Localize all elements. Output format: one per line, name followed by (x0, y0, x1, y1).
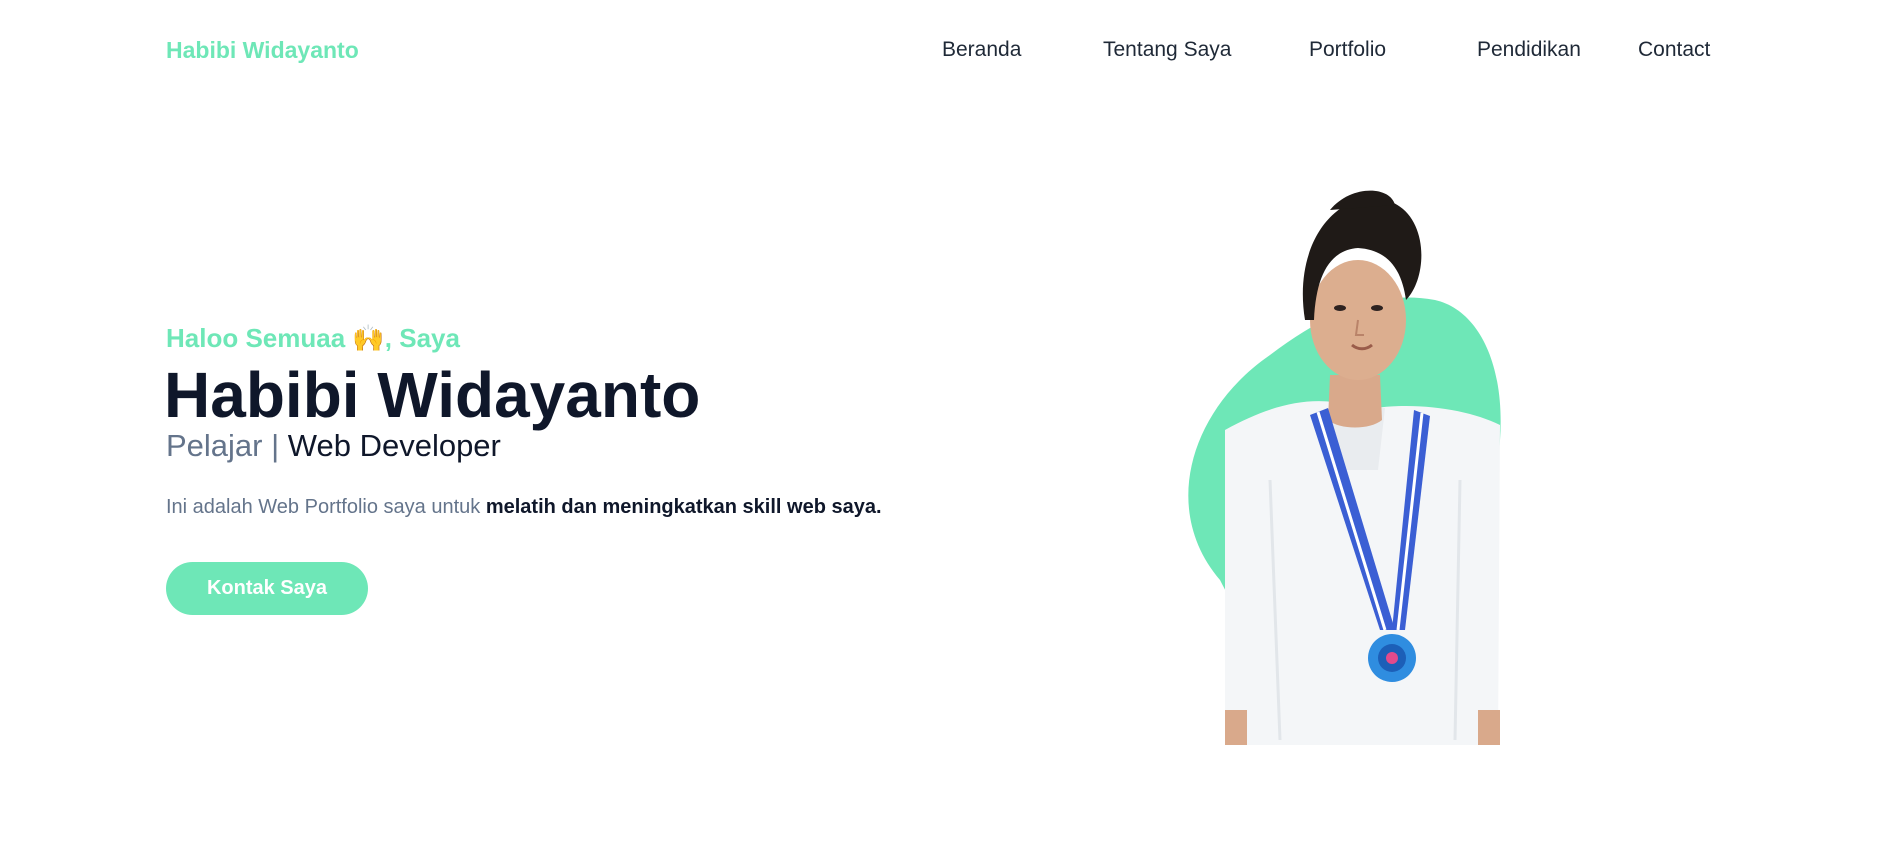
hero-description: Ini adalah Web Portfolio saya untuk mela… (166, 496, 882, 519)
raised-hands-icon: 🙌 (352, 323, 385, 353)
greeting-text: Haloo Semuaa (166, 323, 353, 353)
nav-link-contact[interactable]: Contact (1638, 38, 1710, 62)
nav-link-portfolio[interactable]: Portfolio (1309, 38, 1386, 62)
hero-greeting: Haloo Semuaa 🙌, Saya (166, 323, 460, 354)
profile-photo (1188, 190, 1501, 745)
brand-logo-link[interactable]: Habibi Widayanto (166, 37, 359, 64)
contact-me-button[interactable]: Kontak Saya (166, 562, 368, 615)
nav-link-beranda[interactable]: Beranda (942, 38, 1021, 62)
nav-link-pendidikan[interactable]: Pendidikan (1477, 38, 1581, 62)
description-plain: Ini adalah Web Portfolio saya untuk (166, 496, 486, 518)
hero-name: Habibi Widayanto (164, 359, 701, 431)
nav-link-tentang-saya[interactable]: Tentang Saya (1103, 38, 1231, 62)
greeting-suffix: , Saya (384, 323, 460, 353)
page: Habibi Widayanto Beranda Tentang Saya Po… (0, 0, 1891, 867)
hero-role: Pelajar | Web Developer (166, 428, 501, 464)
navbar: Habibi Widayanto Beranda Tentang Saya Po… (0, 0, 1891, 100)
description-bold: melatih dan meningkatkan skill web saya. (485, 496, 882, 518)
role-secondary: Web Developer (287, 428, 501, 463)
role-primary: Pelajar | (166, 428, 288, 463)
